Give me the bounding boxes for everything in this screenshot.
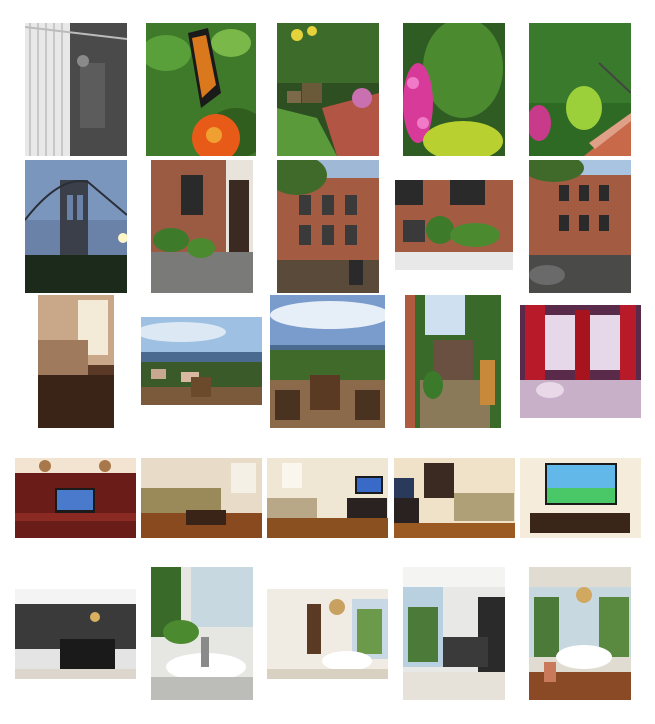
photo-brownstone-facade[interactable] (277, 160, 379, 293)
photo-garden-gate[interactable] (405, 295, 501, 428)
photo-harbor-view[interactable] (141, 317, 262, 405)
photo-clawfoot-tub[interactable] (529, 567, 631, 700)
photo-monarch-butterfly[interactable] (146, 23, 256, 156)
photo-pink-flowers[interactable] (403, 23, 505, 156)
photo-brownstone-street[interactable] (529, 160, 631, 293)
photo-tv-console[interactable] (520, 458, 641, 538)
photo-ivy-steps[interactable] (529, 23, 631, 156)
photo-bedroom-red-curtains[interactable] (520, 305, 641, 418)
photo-terrace-deck[interactable] (270, 295, 385, 428)
photo-modern-kitchen[interactable] (15, 589, 136, 679)
photo-bathroom-sink[interactable] (151, 567, 253, 700)
photo-bedroom-window[interactable] (38, 295, 114, 428)
photo-living-room-sofa[interactable] (141, 458, 262, 538)
photo-garden-patio[interactable] (277, 23, 379, 156)
photo-window-plants[interactable] (395, 180, 513, 270)
photo-brooklyn-bridge[interactable] (25, 160, 127, 293)
photo-sunroom-kitchen[interactable] (403, 567, 505, 700)
photo-bright-bathroom[interactable] (267, 589, 388, 679)
photo-shower-curtain[interactable] (25, 23, 127, 156)
photo-living-room-wide[interactable] (394, 458, 515, 538)
photo-wooden-desk[interactable] (15, 458, 136, 538)
photo-gallery (0, 0, 655, 724)
photo-brick-entrance[interactable] (151, 160, 253, 293)
photo-living-room-tv[interactable] (267, 458, 388, 538)
